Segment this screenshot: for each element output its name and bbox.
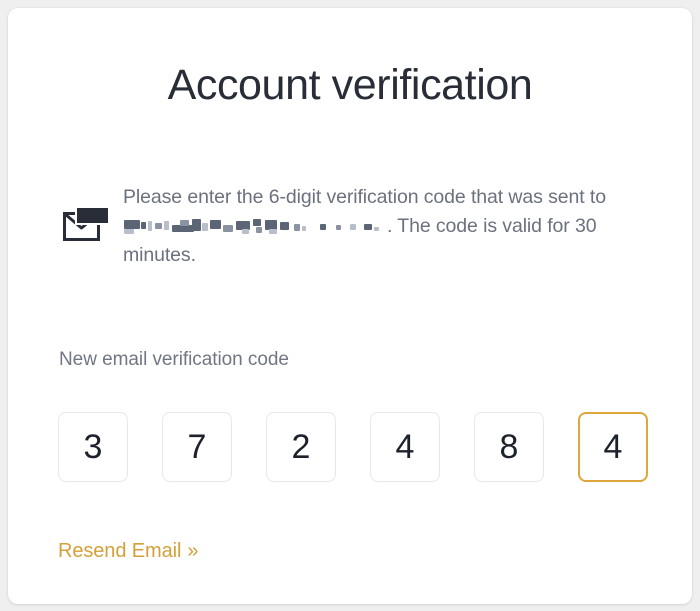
verification-message: Please enter the 6-digit verification co… [123, 183, 651, 270]
resend-email-link[interactable]: Resend Email » [58, 540, 198, 563]
verification-code-input-group[interactable]: 3 7 2 4 8 4 [58, 412, 648, 482]
page-title: Account verification [167, 61, 533, 109]
code-digit-input-3[interactable]: 2 [266, 412, 336, 482]
redacted-email [124, 219, 386, 234]
message-line-2-suffix: . The code is valid for 30 [387, 215, 597, 237]
double-chevron-right-icon: » [187, 540, 199, 562]
verification-info: Please enter the 6-digit verification co… [51, 183, 651, 270]
code-digit-input-5[interactable]: 8 [474, 412, 544, 482]
resend-email-label: Resend Email [58, 540, 182, 562]
code-digit-input-2[interactable]: 7 [162, 412, 232, 482]
page-root: Account verification Please enter the 6-… [0, 0, 700, 611]
code-digit-input-6[interactable]: 4 [578, 412, 648, 482]
code-field-label: New email verification code [59, 349, 289, 370]
verification-card: Account verification Please enter the 6-… [8, 8, 692, 604]
message-line-3: minutes. [123, 244, 196, 266]
code-digit-input-4[interactable]: 4 [370, 412, 440, 482]
message-line-2-prefix: to [589, 186, 606, 208]
code-digit-input-1[interactable]: 3 [58, 412, 128, 482]
envelope-icon [63, 205, 111, 245]
message-line-1: Please enter the 6-digit verification co… [123, 186, 585, 208]
envelope-icon-wrap [51, 183, 123, 245]
